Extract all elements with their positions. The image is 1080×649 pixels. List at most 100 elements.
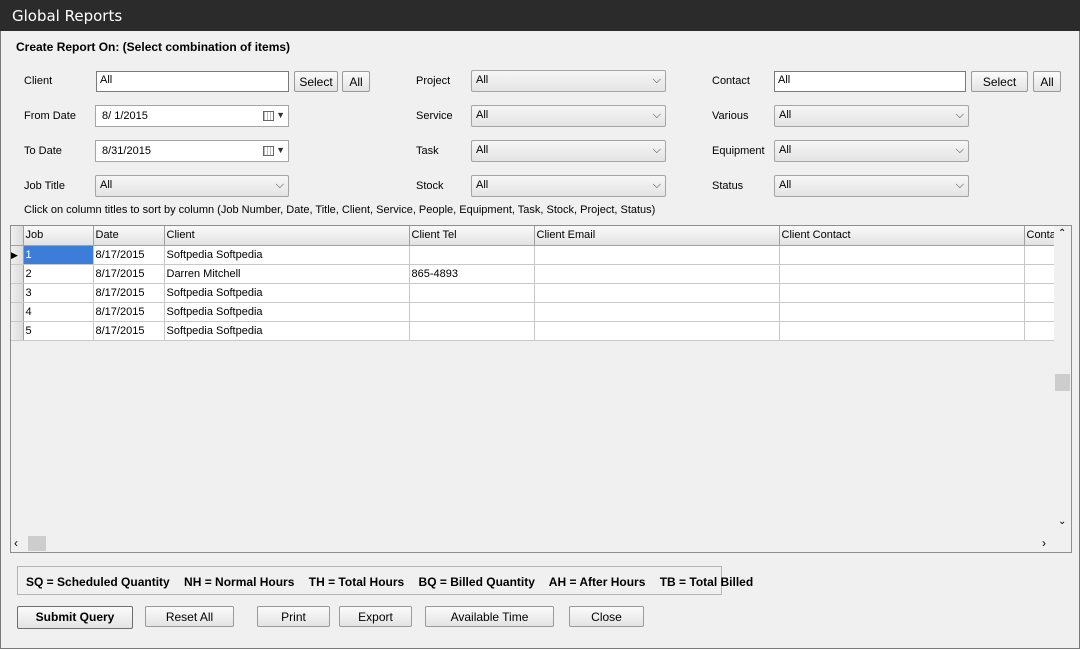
table-row[interactable]: ▶ 1 8/17/2015 Softpedia Softpedia <box>11 245 1059 265</box>
client-select-button[interactable]: Select <box>294 71 338 92</box>
equipment-label: Equipment <box>712 145 765 157</box>
table-cell[interactable] <box>409 302 535 322</box>
table-cell[interactable]: 8/17/2015 <box>93 302 165 322</box>
export-button[interactable]: Export <box>339 606 412 627</box>
horizontal-scroll-thumb[interactable] <box>28 536 46 551</box>
calendar-icon[interactable] <box>263 111 274 121</box>
row-selector[interactable] <box>11 283 24 303</box>
legend-ah: AH = After Hours <box>548 575 646 589</box>
table-header-row: Job Date Client Client Tel Client Email … <box>11 226 1059 246</box>
row-selector[interactable] <box>11 321 24 341</box>
legend-bq: BQ = Billed Quantity <box>418 575 535 589</box>
table-cell[interactable]: 8/17/2015 <box>93 283 165 303</box>
job-title-select[interactable]: All ⌵ <box>95 175 289 197</box>
row-selector[interactable] <box>11 264 24 284</box>
table-cell[interactable] <box>779 264 1025 284</box>
column-header-client-email[interactable]: Client Email <box>534 226 780 246</box>
contact-label: Contact <box>712 75 750 87</box>
reset-all-button[interactable]: Reset All <box>145 606 234 627</box>
column-header-client-tel[interactable]: Client Tel <box>409 226 535 246</box>
legend-tb: TB = Total Billed <box>659 575 754 589</box>
results-grid[interactable]: Job Date Client Client Tel Client Email … <box>10 225 1072 553</box>
status-select[interactable]: All ⌵ <box>774 175 969 197</box>
task-select[interactable]: All ⌵ <box>471 140 666 162</box>
legend-nh: NH = Normal Hours <box>184 575 295 589</box>
row-selector[interactable]: ▶ <box>11 245 24 265</box>
column-header-job[interactable]: Job <box>23 226 94 246</box>
table-row[interactable]: 5 8/17/2015 Softpedia Softpedia <box>11 321 1059 341</box>
table-cell[interactable] <box>534 264 780 284</box>
equipment-select[interactable]: All ⌵ <box>774 140 969 162</box>
close-button[interactable]: Close <box>569 606 644 627</box>
submit-query-button[interactable]: Submit Query <box>17 606 133 629</box>
table-cell[interactable]: Softpedia Softpedia <box>164 302 410 322</box>
table-cell[interactable]: 8/17/2015 <box>93 245 165 265</box>
contact-input[interactable]: All <box>774 71 966 92</box>
table-cell[interactable] <box>779 283 1025 303</box>
column-header-date[interactable]: Date <box>93 226 165 246</box>
table-cell[interactable] <box>534 302 780 322</box>
stock-select[interactable]: All ⌵ <box>471 175 666 197</box>
table-cell[interactable] <box>409 321 535 341</box>
scroll-right-icon[interactable]: › <box>1042 536 1046 550</box>
table-cell[interactable]: 865-4893 <box>409 264 535 284</box>
client-all-button[interactable]: All <box>342 71 370 92</box>
table-row[interactable]: 3 8/17/2015 Softpedia Softpedia <box>11 283 1059 303</box>
table-cell[interactable]: 2 <box>23 264 94 284</box>
table-cell[interactable]: Softpedia Softpedia <box>164 321 410 341</box>
task-label: Task <box>416 145 439 157</box>
chevron-down-icon[interactable]: ▼ <box>276 145 285 155</box>
table-cell[interactable]: Darren Mitchell <box>164 264 410 284</box>
column-header-client-contact[interactable]: Client Contact <box>779 226 1025 246</box>
scroll-up-icon[interactable]: ⌃ <box>1058 228 1066 239</box>
scroll-left-icon[interactable]: ‹ <box>14 536 18 550</box>
table-cell[interactable]: 1 <box>23 245 94 265</box>
table-cell[interactable] <box>409 283 535 303</box>
available-time-button[interactable]: Available Time <box>425 606 554 627</box>
table-cell[interactable] <box>409 245 535 265</box>
row-header-corner <box>11 226 24 246</box>
to-date-picker[interactable]: 8/31/2015 ▼ <box>95 140 289 162</box>
project-value: All <box>476 74 489 86</box>
various-select[interactable]: All ⌵ <box>774 105 969 127</box>
from-date-picker[interactable]: 8/ 1/2015 ▼ <box>95 105 289 127</box>
column-header-client[interactable]: Client <box>164 226 410 246</box>
table-cell[interactable]: 4 <box>23 302 94 322</box>
table-cell[interactable]: 8/17/2015 <box>93 264 165 284</box>
table-row[interactable]: 2 8/17/2015 Darren Mitchell 865-4893 <box>11 264 1059 284</box>
from-date-value: 8/ 1/2015 <box>102 110 148 122</box>
table-cell[interactable] <box>534 283 780 303</box>
print-button[interactable]: Print <box>257 606 330 627</box>
to-date-label: To Date <box>24 145 62 157</box>
service-select[interactable]: All ⌵ <box>471 105 666 127</box>
table-cell[interactable] <box>779 245 1025 265</box>
table-cell[interactable]: 3 <box>23 283 94 303</box>
vertical-scroll-thumb[interactable] <box>1055 374 1070 391</box>
table-cell[interactable]: 8/17/2015 <box>93 321 165 341</box>
chevron-down-icon[interactable]: ▼ <box>276 110 285 120</box>
contact-all-button[interactable]: All <box>1033 71 1061 92</box>
vertical-scrollbar[interactable]: ⌃ ⌄ <box>1054 226 1071 532</box>
project-select[interactable]: All ⌵ <box>471 70 666 92</box>
table-cell[interactable]: Softpedia Softpedia <box>164 283 410 303</box>
table-cell[interactable]: 5 <box>23 321 94 341</box>
row-selector[interactable] <box>11 302 24 322</box>
table-cell[interactable] <box>534 321 780 341</box>
chevron-down-icon: ⌵ <box>955 179 964 191</box>
client-input[interactable]: All <box>96 71 289 92</box>
calendar-icon[interactable] <box>263 146 274 156</box>
table-row[interactable]: 4 8/17/2015 Softpedia Softpedia <box>11 302 1059 322</box>
legend-sq: SQ = Scheduled Quantity <box>26 575 170 589</box>
task-value: All <box>476 144 489 156</box>
horizontal-scrollbar[interactable]: ‹ › <box>11 535 1055 552</box>
legend-th: TH = Total Hours <box>308 575 405 589</box>
contact-select-button[interactable]: Select <box>971 71 1028 92</box>
chevron-down-icon: ⌵ <box>955 109 964 121</box>
table-cell[interactable] <box>534 245 780 265</box>
chevron-down-icon: ⌵ <box>652 109 661 121</box>
scroll-down-icon[interactable]: ⌄ <box>1058 516 1066 527</box>
chevron-down-icon: ⌵ <box>955 144 964 156</box>
table-cell[interactable]: Softpedia Softpedia <box>164 245 410 265</box>
table-cell[interactable] <box>779 321 1025 341</box>
table-cell[interactable] <box>779 302 1025 322</box>
